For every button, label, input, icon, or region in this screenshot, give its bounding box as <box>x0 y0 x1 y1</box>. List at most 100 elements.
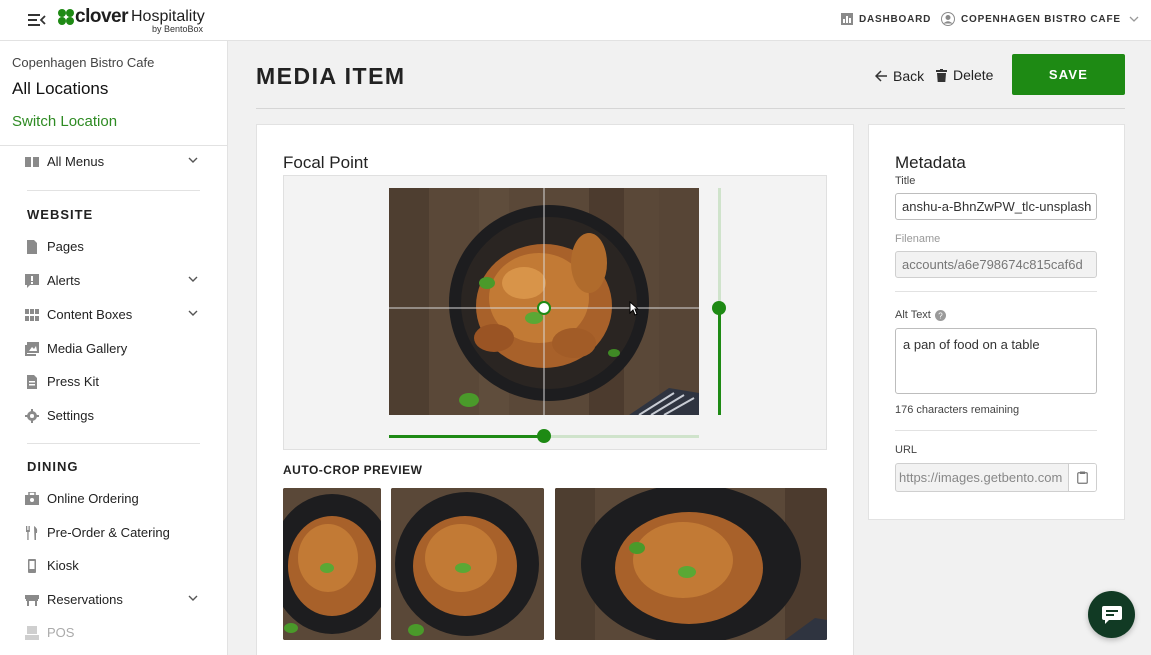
chevron-down-icon[interactable] <box>188 309 198 317</box>
menu-collapse-icon[interactable] <box>28 12 46 28</box>
switch-location-link[interactable]: Switch Location <box>12 113 117 130</box>
title-input[interactable]: anshu-a-BhnZwPW_tlc-unsplash <box>895 193 1097 220</box>
tablet-icon <box>28 558 36 573</box>
save-button[interactable]: SAVE <box>1012 54 1125 95</box>
url-label: URL <box>895 444 918 456</box>
dining-heading: DINING <box>27 459 79 474</box>
sidebar-item-all-menus[interactable]: All Menus <box>25 154 205 169</box>
metadata-divider <box>895 430 1097 431</box>
header-divider <box>256 108 1125 109</box>
sidebar-item-label: Online Ordering <box>47 491 139 506</box>
chevron-down-icon[interactable] <box>188 156 198 164</box>
sidebar-item-label: Press Kit <box>47 374 100 389</box>
crop-image <box>391 488 544 640</box>
utensils-icon <box>26 525 38 540</box>
crop-preview-landscape <box>555 488 827 640</box>
book-icon <box>25 156 39 167</box>
page-icon <box>27 239 37 254</box>
sidebar-item-label: Reservations <box>47 592 123 607</box>
image-icon <box>25 341 39 356</box>
sidebar-item-label: All Menus <box>47 154 105 169</box>
sidebar-account-name: Copenhagen Bistro Cafe <box>12 55 155 70</box>
dashboard-label: DASHBOARD <box>859 13 932 25</box>
user-icon <box>941 12 955 26</box>
filename-input: accounts/a6e798674c815caf6d <box>895 251 1097 278</box>
page-title: MEDIA ITEM <box>256 63 406 89</box>
sidebar-item-label: Pages <box>47 239 84 254</box>
document-icon <box>27 374 37 389</box>
focal-point-title: Focal Point <box>283 153 369 172</box>
bag-icon <box>25 491 39 505</box>
sidebar-item-label: Content Boxes <box>47 307 133 322</box>
url-field: https://images.getbento.com <box>895 463 1097 492</box>
chevron-down-icon <box>1129 16 1139 22</box>
back-label: Back <box>893 68 925 84</box>
copy-url-button[interactable] <box>1068 464 1096 491</box>
all-locations-heading: All Locations <box>12 79 109 98</box>
focal-crosshair <box>389 188 699 415</box>
clipboard-icon <box>1077 471 1088 484</box>
alt-text-label-row: Alt Text ? <box>895 309 946 321</box>
horizontal-slider-thumb[interactable] <box>537 429 551 443</box>
alert-icon <box>25 273 39 288</box>
help-icon[interactable]: ? <box>934 309 946 321</box>
grid-icon <box>25 308 39 321</box>
pos-icon <box>25 625 39 640</box>
top-bar: clover Hospitality by BentoBox DASHBOARD… <box>0 0 1151 41</box>
crop-image <box>283 488 381 640</box>
sidebar-item-content-boxes[interactable]: Content Boxes <box>25 307 205 322</box>
account-menu[interactable]: COPENHAGEN BISTRO CAFE <box>941 12 1145 26</box>
logo-byline: by BentoBox <box>152 24 204 34</box>
title-label: Title <box>895 175 916 187</box>
sidebar-divider <box>27 443 200 444</box>
sidebar-divider <box>0 145 227 146</box>
alt-text-textarea[interactable]: a pan of food on a table <box>895 328 1097 394</box>
website-heading: WEBSITE <box>27 207 94 222</box>
chat-icon <box>1101 605 1122 624</box>
sidebar-item-label: Kiosk <box>47 558 79 573</box>
sidebar-item-label: Settings <box>47 408 94 423</box>
sidebar-item-media-gallery[interactable]: Media Gallery <box>25 341 205 356</box>
clover-leaf-icon <box>58 9 74 25</box>
sidebar-item-label: Media Gallery <box>47 341 128 356</box>
cursor-icon <box>629 301 639 316</box>
sidebar-item-online-ordering[interactable]: Online Ordering <box>25 491 205 506</box>
url-input[interactable]: https://images.getbento.com <box>896 470 1068 485</box>
svg-text:?: ? <box>938 311 943 320</box>
chevron-down-icon[interactable] <box>188 594 198 602</box>
vertical-slider-thumb[interactable] <box>712 301 726 315</box>
focal-point-handle[interactable] <box>537 301 551 315</box>
sidebar-divider <box>27 190 200 191</box>
sidebar-item-alerts[interactable]: Alerts <box>25 273 205 288</box>
chat-button[interactable] <box>1088 591 1135 638</box>
chevron-down-icon[interactable] <box>188 275 198 283</box>
crop-preview-square <box>391 488 544 640</box>
horizontal-slider-fill <box>389 435 544 438</box>
bar-chart-icon <box>841 13 853 25</box>
arrow-left-icon <box>875 70 887 82</box>
sidebar-item-label: Pre-Order & Catering <box>47 525 170 540</box>
trash-icon <box>936 68 947 82</box>
sidebar-item-pre-order-catering[interactable]: Pre-Order & Catering <box>25 525 205 540</box>
crop-image <box>555 488 827 640</box>
gear-icon <box>25 408 39 423</box>
sidebar-item-kiosk[interactable]: Kiosk <box>25 558 205 573</box>
metadata-title: Metadata <box>895 153 966 172</box>
sidebar-item-pages[interactable]: Pages <box>25 239 205 254</box>
vertical-slider-fill <box>718 308 721 415</box>
auto-crop-heading: AUTO-CROP PREVIEW <box>283 463 423 477</box>
crop-preview-portrait <box>283 488 381 640</box>
back-button[interactable]: Back <box>875 68 924 84</box>
sidebar-item-reservations[interactable]: Reservations <box>25 592 205 607</box>
sidebar-item-settings[interactable]: Settings <box>25 408 205 423</box>
dashboard-link[interactable]: DASHBOARD <box>841 13 931 25</box>
sidebar-item-press-kit[interactable]: Press Kit <box>25 374 205 389</box>
sidebar-item-label: POS <box>47 625 75 640</box>
clover-logo[interactable]: clover Hospitality by BentoBox <box>57 6 205 34</box>
logo-word: clover <box>75 6 128 27</box>
sidebar-item-label: Alerts <box>47 273 81 288</box>
delete-button[interactable]: Delete <box>936 67 993 83</box>
sidebar-item-pos[interactable]: POS <box>25 625 205 640</box>
calendar-icon <box>25 594 39 606</box>
delete-label: Delete <box>953 67 994 83</box>
